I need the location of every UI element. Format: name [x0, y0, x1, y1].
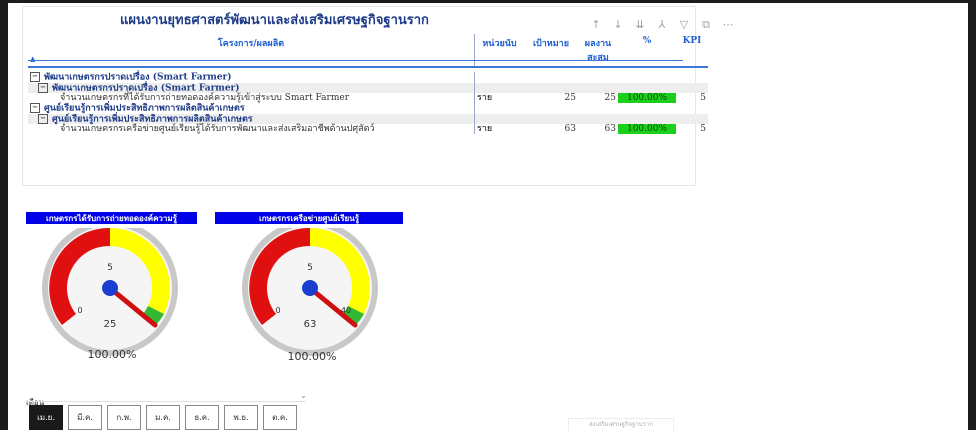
- cell-unit: ราย: [474, 124, 524, 134]
- row-label: พัฒนาเกษตรกรปราดเปรื่อง (Smart Farmer): [44, 72, 232, 83]
- table-row: − ศูนย์เรียนรู้การเพิ่มประสิทธิภาพการผลิต…: [28, 103, 708, 114]
- row-label: จำนวนเกษตรกรเครือข่ายศูนย์เรียนรู้ได้รับ…: [60, 124, 375, 134]
- col-header-cumulative[interactable]: ผลงานสะสม: [578, 34, 618, 68]
- gauge-value-label: 25: [104, 319, 117, 330]
- cell-kpi: 5: [700, 93, 706, 103]
- cell-target: [524, 113, 578, 124]
- cell-unit: [474, 103, 524, 114]
- visual-toolbar: ↑ ↓ ⇊ ⅄ ▽ ⧉ ⋯: [590, 18, 734, 32]
- cell-target: 63: [564, 124, 576, 134]
- drill-icon[interactable]: ⅄: [656, 18, 668, 32]
- more-options-icon[interactable]: ⋯: [722, 18, 734, 32]
- cell-kpi: [676, 113, 708, 124]
- gauge-mid-label: 5: [307, 263, 313, 273]
- col-header-project[interactable]: โครงการ/ผลผลิต: [28, 34, 475, 68]
- cell-cumulative: [578, 113, 618, 124]
- row-label: ศูนย์เรียนรู้การเพิ่มประสิทธิภาพการผลิตส…: [44, 103, 245, 114]
- gauge-title-2: เกษตรกรเครือข่ายศูนย์เรียนรู้: [215, 212, 403, 224]
- slicer-month-dec[interactable]: ธ.ค.: [185, 405, 219, 430]
- window-left-border: [0, 0, 8, 430]
- cell-cumulative: [578, 103, 618, 114]
- table-row: − พัฒนาเกษตรกรปราดเปรื่อง (Smart Farmer): [28, 72, 708, 83]
- row-label: พัฒนาเกษตรกรปราดเปรื่อง (Smart Farmer): [52, 83, 240, 93]
- cell-cumulative: 25: [604, 93, 616, 103]
- cell-unit: [474, 72, 524, 83]
- slicer-month-apr[interactable]: เม.ย.: [29, 405, 63, 430]
- cell-target: [524, 72, 578, 83]
- window-top-border: [0, 0, 976, 3]
- gauge-title-1: เกษตรกรได้รับการถ่ายทอดองค์ความรู้: [26, 212, 197, 224]
- cell-percent: [618, 82, 676, 93]
- table-row: − ศูนย์เรียนรู้การเพิ่มประสิทธิภาพการผลิต…: [28, 113, 708, 124]
- cell-cumulative: [578, 72, 618, 83]
- gauge-max-label: 40: [341, 306, 351, 315]
- slicer-month-oct[interactable]: ต.ค.: [263, 405, 297, 430]
- focus-mode-icon[interactable]: ⧉: [700, 18, 712, 32]
- gauge-value-label: 63: [304, 319, 317, 330]
- gauge-mid-label: 5: [107, 263, 113, 273]
- expand-all-icon[interactable]: ⇊: [634, 18, 646, 32]
- collapse-icon[interactable]: −: [38, 82, 48, 93]
- gauge-hub: [302, 280, 318, 296]
- col-header-percent[interactable]: %: [618, 34, 676, 68]
- report-title: แผนงานยุทธศาสตร์พัฒนาและส่งเสริมเศรษฐกิจ…: [120, 13, 429, 28]
- gauge-percent-1: 100.00%: [87, 348, 137, 361]
- row-label: จำนวนเกษตรกรที่ได้รับการถ่ายทอดองค์ความร…: [60, 93, 350, 103]
- slicer-month-mar[interactable]: มี.ค.: [68, 405, 102, 430]
- matrix-table: โครงการ/ผลผลิต หน่วยนับ เป้าหมาย ผลงานสะ…: [28, 34, 708, 134]
- arrow-up-icon[interactable]: ↑: [590, 18, 602, 32]
- cell-target: 25: [564, 93, 576, 103]
- arrow-down-icon[interactable]: ↓: [612, 18, 624, 32]
- cell-kpi: [676, 82, 708, 93]
- chevron-down-icon[interactable]: ⌄: [300, 391, 307, 400]
- gauge-1-svg: 5 0 25: [42, 220, 178, 356]
- cell-cumulative: [578, 82, 618, 93]
- filter-icon[interactable]: ▽: [678, 18, 690, 32]
- nav-button-grassroots[interactable]: ส่งเสริมเศรษฐกิจฐานราก: [568, 418, 674, 431]
- table-row: จำนวนเกษตรกรที่ได้รับการถ่ายทอดองค์ความร…: [28, 93, 708, 103]
- cell-percent: [618, 103, 676, 114]
- cell-percent: 100.00%: [618, 124, 676, 134]
- col-header-kpi[interactable]: KPI: [676, 34, 708, 68]
- col-header-unit[interactable]: หน่วยนับ: [474, 34, 524, 68]
- slicer-month-jan[interactable]: ม.ค.: [146, 405, 180, 430]
- gauge-hub: [102, 280, 118, 296]
- collapse-icon[interactable]: −: [38, 113, 48, 124]
- header-row: โครงการ/ผลผลิต หน่วยนับ เป้าหมาย ผลงานสะ…: [28, 34, 708, 68]
- cell-percent: [618, 72, 676, 83]
- gauge-2-svg: 5 0 40 63: [242, 220, 378, 356]
- col-header-target[interactable]: เป้าหมาย: [524, 34, 578, 68]
- cell-target: [524, 103, 578, 114]
- table-row: จำนวนเกษตรกรเครือข่ายศูนย์เรียนรู้ได้รับ…: [28, 124, 708, 134]
- cell-unit: ราย: [474, 93, 524, 103]
- gauge-percent-2: 100.00%: [287, 350, 337, 363]
- cell-kpi: [676, 103, 708, 114]
- cell-target: [524, 82, 578, 93]
- cell-cumulative: 63: [604, 124, 616, 134]
- header-divider: [28, 60, 683, 61]
- gauge-min-label: 0: [275, 306, 280, 315]
- slicer-month-nov[interactable]: พ.ย.: [224, 405, 258, 430]
- gauge-min-label: 0: [77, 306, 82, 315]
- cell-unit: [474, 82, 524, 93]
- slicer-month-feb[interactable]: ก.พ.: [107, 405, 141, 430]
- collapse-icon[interactable]: −: [30, 72, 40, 82]
- cell-percent: 100.00%: [618, 93, 676, 103]
- row-label: ศูนย์เรียนรู้การเพิ่มประสิทธิภาพการผลิตส…: [52, 114, 253, 124]
- collapse-icon[interactable]: −: [30, 103, 40, 113]
- cell-unit: [474, 113, 524, 124]
- cell-kpi: [676, 72, 708, 83]
- filter-divider: [26, 401, 306, 402]
- sort-ascending-icon[interactable]: ▲: [30, 55, 35, 63]
- cell-kpi: 5: [700, 124, 706, 134]
- cell-percent: [618, 113, 676, 124]
- table-row: − พัฒนาเกษตรกรปราดเปรื่อง (Smart Farmer): [28, 82, 708, 93]
- window-right-border: [968, 0, 976, 430]
